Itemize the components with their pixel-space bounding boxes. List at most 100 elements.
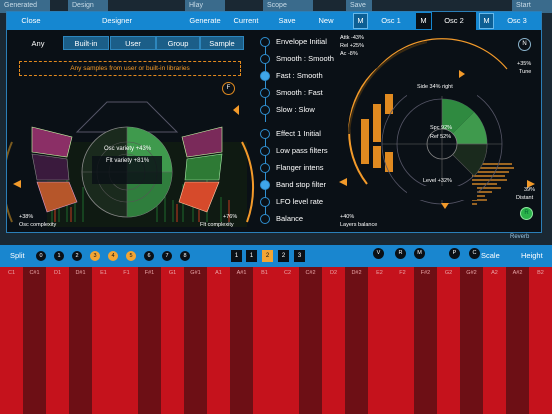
piano-key[interactable]: D#1 <box>69 267 92 414</box>
f-button[interactable]: F <box>222 82 235 95</box>
height-button[interactable]: Height <box>521 251 543 260</box>
piano-key[interactable]: A#2 <box>506 267 529 414</box>
left-dial-graphic[interactable] <box>7 72 257 232</box>
note-button-7[interactable]: 7 <box>162 251 172 261</box>
octave-button[interactable]: 1 <box>231 250 242 262</box>
mod-button-c[interactable]: C <box>469 248 480 259</box>
effect-item-label: Balance <box>276 214 304 223</box>
mod-button-v[interactable]: V <box>373 248 384 259</box>
piano-key[interactable]: G#2 <box>460 267 483 414</box>
piano-key[interactable]: D1 <box>46 267 69 414</box>
piano-key[interactable]: G2 <box>437 267 460 414</box>
split-label[interactable]: Split <box>10 251 25 260</box>
piano-key-label: A1 <box>215 270 222 276</box>
tab-user[interactable]: User <box>110 36 156 50</box>
piano-key[interactable]: A2 <box>483 267 506 414</box>
piano-key[interactable]: C2 <box>276 267 299 414</box>
note-button-2[interactable]: 2 <box>72 251 82 261</box>
piano-key[interactable]: B1 <box>253 267 276 414</box>
piano-key[interactable]: C#2 <box>299 267 322 414</box>
piano-key-label: E2 <box>376 270 383 276</box>
style-item-label: Envelope Initial <box>276 37 327 46</box>
note-button-6[interactable]: 6 <box>144 251 154 261</box>
mod-button-m[interactable]: M <box>414 248 425 259</box>
effect-item-label: Effect 1 Initial <box>276 129 321 138</box>
piano-key[interactable]: D#2 <box>345 267 368 414</box>
effect-item-label: LFO level rate <box>276 197 324 206</box>
octave-button[interactable]: 2 <box>262 250 273 262</box>
effect-radio-selected <box>260 180 270 190</box>
piano-key[interactable]: F1 <box>115 267 138 414</box>
tab-osc3[interactable]: Osc 3 <box>497 12 537 30</box>
piano-key[interactable]: C#1 <box>23 267 46 414</box>
note-button-5[interactable]: 5 <box>126 251 136 261</box>
piano-key[interactable]: E2 <box>368 267 391 414</box>
keyboard: C1 C#1 D1 D#1 E1 F1 F#1 G1 G#1 A1 A#1 B1 C2 C#2 D2 D#2 E… <box>0 267 552 414</box>
octave-button[interactable]: 1 <box>246 250 257 262</box>
piano-key[interactable]: A1 <box>207 267 230 414</box>
piano-key-label: A#1 <box>236 270 247 276</box>
octave-button[interactable]: 3 <box>294 250 305 262</box>
piano-key-label: A#2 <box>512 270 523 276</box>
note-button-4[interactable]: 4 <box>108 251 118 261</box>
piano-key[interactable]: A#1 <box>230 267 253 414</box>
piano-key[interactable]: F#1 <box>138 267 161 414</box>
designer-topbar: Close Designer Generate Current Save New… <box>7 12 541 30</box>
piano-key[interactable]: B2 <box>529 267 552 414</box>
piano-key[interactable]: F2 <box>391 267 414 414</box>
note-button-0[interactable]: 0 <box>36 251 46 261</box>
note-button-8[interactable]: 8 <box>180 251 190 261</box>
mod-button-r[interactable]: R <box>395 248 406 259</box>
piano-key-label: F#2 <box>420 270 431 276</box>
tab-osc2[interactable]: Osc 2 <box>432 12 476 30</box>
current-button[interactable]: Current <box>229 12 263 30</box>
split-bar: Split 012345678 11223 VRMPC Scale Height <box>0 245 552 267</box>
distant-label: Distant <box>516 195 534 201</box>
effect-radio <box>260 163 270 173</box>
piano-key[interactable]: C1 <box>0 267 23 414</box>
osc1-mute-button[interactable]: M <box>353 13 368 29</box>
piano-key[interactable]: G1 <box>161 267 184 414</box>
note-button-1[interactable]: 1 <box>54 251 64 261</box>
generate-button[interactable]: Generate <box>185 12 225 30</box>
n-button[interactable]: N <box>518 38 531 51</box>
close-button[interactable]: Close <box>13 12 49 30</box>
piano-key-label: F1 <box>123 270 130 276</box>
octave-button[interactable]: 2 <box>278 250 289 262</box>
save-button[interactable]: Save <box>272 12 302 30</box>
effect-item-label: Low pass filters <box>276 146 328 155</box>
piano-key-label: C#2 <box>305 270 316 276</box>
style-item-label: Smooth : Smooth <box>276 54 334 63</box>
release-readout: Rel +25% <box>340 43 365 49</box>
piano-key[interactable]: G#1 <box>184 267 207 414</box>
piano-key-label: D2 <box>329 270 338 276</box>
note-button-3[interactable]: 3 <box>90 251 100 261</box>
tab-osc1[interactable]: Osc 1 <box>371 12 411 30</box>
effect-radio <box>260 146 270 156</box>
new-button[interactable]: New <box>312 12 340 30</box>
mod-button-p[interactable]: P <box>449 248 460 259</box>
effect-radio <box>260 214 270 224</box>
osc3-mute-button[interactable]: M <box>479 13 494 29</box>
piano-key-label: E1 <box>100 270 107 276</box>
effect-radio <box>260 129 270 139</box>
piano-key-label: C#1 <box>29 270 40 276</box>
piano-key[interactable]: F#2 <box>414 267 437 414</box>
style-radio <box>260 88 270 98</box>
osc-variety-label: Osc variety +43% <box>104 146 152 152</box>
designer-title: Designer <box>101 16 132 25</box>
scale-button[interactable]: Scale <box>481 251 500 260</box>
piano-key[interactable]: D2 <box>322 267 345 414</box>
tab-sample[interactable]: Sample <box>200 36 244 50</box>
flt-variety-label: Flt variety +81% <box>106 158 150 164</box>
osc2-mute-button[interactable]: M <box>416 13 431 29</box>
r-button[interactable]: R <box>520 207 533 220</box>
piano-key[interactable]: E1 <box>92 267 115 414</box>
piano-key-label: G1 <box>168 270 177 276</box>
tab-built-in[interactable]: Built-in <box>63 36 109 50</box>
tab-group[interactable]: Group <box>156 36 200 50</box>
piano-key-label: F#1 <box>144 270 155 276</box>
tune-label: Tune <box>519 69 532 75</box>
tab-any[interactable]: Any <box>15 36 61 50</box>
designer-panel: Close Designer Generate Current Save New… <box>6 11 542 233</box>
